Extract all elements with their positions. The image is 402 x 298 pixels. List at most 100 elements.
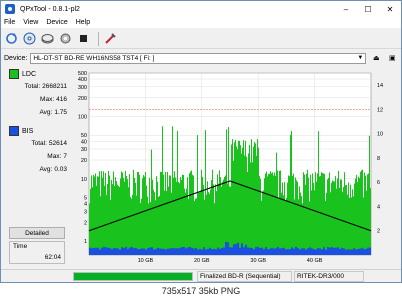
refresh-icon[interactable]	[4, 31, 19, 46]
bis-bar	[259, 247, 261, 255]
bis-bar	[231, 247, 233, 255]
bis-bar	[197, 249, 199, 255]
bis-bar	[257, 246, 259, 255]
bis-bar	[319, 248, 321, 255]
menu-device[interactable]: Device	[46, 19, 67, 26]
y-axis-right: 14 12 10 8 6 4 2	[377, 83, 383, 235]
stats-panel: LDC Total: 2668211 Max: 416 Avg: 1.75 BIS T…	[3, 65, 69, 265]
app-logo-icon	[5, 4, 15, 14]
bis-bar	[111, 249, 113, 255]
y-right-tick-label: 2	[377, 229, 380, 235]
maximize-icon[interactable]: ☐	[357, 1, 379, 17]
bis-total-label: Total:	[31, 140, 47, 147]
lock-icon[interactable]: ▣	[386, 53, 398, 64]
bis-bar	[123, 247, 125, 255]
bis-bar	[335, 247, 337, 255]
bis-bar	[137, 249, 139, 255]
ldc-max-row: Max: 416	[3, 93, 69, 106]
window-title: QPxTool - 0.8.1-pl2	[20, 5, 80, 13]
bis-bar	[161, 248, 163, 255]
bis-bar	[345, 249, 347, 255]
stop-icon[interactable]	[76, 31, 91, 46]
bis-bar	[207, 249, 209, 255]
bis-bar	[223, 247, 225, 255]
bis-bar	[239, 247, 241, 255]
bis-bar	[263, 249, 265, 255]
bis-bar	[315, 249, 317, 255]
bis-bar	[355, 249, 357, 255]
bis-bar	[95, 247, 97, 255]
bis-bar	[97, 247, 99, 255]
bis-bar	[255, 247, 257, 255]
bis-bar	[125, 246, 127, 255]
bis-bar	[105, 247, 107, 255]
menu-help[interactable]: Help	[76, 19, 90, 26]
bis-bar	[121, 247, 123, 255]
bis-bar	[339, 248, 341, 255]
bis-color-swatch[interactable]	[9, 126, 19, 136]
disc-icon[interactable]	[22, 31, 37, 46]
bis-bar	[349, 249, 351, 255]
toolbar	[1, 29, 401, 49]
device-select[interactable]: HL-DT-ST BD-RE WH16NS58 TST4 [ Fi: ] ▼	[30, 52, 367, 64]
bis-bar	[203, 247, 205, 255]
bis-total-value: 52614	[48, 140, 67, 147]
x-tick-label: 30 GB	[250, 258, 266, 264]
bis-bar	[107, 247, 109, 255]
y-right-tick-label: 8	[377, 156, 380, 162]
bis-bar	[333, 247, 335, 255]
bis-bar	[183, 246, 185, 255]
bis-bar	[363, 249, 365, 255]
ldc-color-swatch[interactable]	[9, 69, 19, 79]
bis-bar	[139, 249, 141, 255]
bis-bar	[243, 247, 245, 255]
window-controls: – ☐ ✕	[335, 1, 401, 17]
scan-icon[interactable]	[40, 31, 55, 46]
time-box: Time 62:04	[9, 241, 65, 264]
bis-bar	[133, 248, 135, 255]
bis-bar	[313, 249, 315, 255]
tools-icon[interactable]	[103, 31, 118, 46]
menu-bar: File View Device Help	[1, 17, 401, 28]
device-bar: Device: HL-DT-ST BD-RE WH16NS58 TST4 [ F…	[1, 51, 401, 65]
y-tick-label: 1	[84, 239, 87, 245]
bis-bar	[91, 248, 93, 255]
eject-icon[interactable]: ⏏	[370, 53, 382, 64]
bis-bar	[351, 249, 353, 255]
bis-bar	[237, 242, 239, 255]
bis-bar	[317, 247, 319, 255]
bis-bar	[221, 247, 223, 255]
y-tick-label: 20	[81, 158, 87, 164]
bis-bar	[295, 246, 297, 255]
bis-bar	[119, 249, 121, 255]
ldc-legend: LDC	[3, 68, 69, 80]
bis-total-row: Total: 52614	[3, 137, 69, 150]
bis-bar	[173, 248, 175, 255]
bis-bar	[287, 249, 289, 255]
bis-bar	[145, 249, 147, 255]
image-caption: 735x517 35kb PNG	[0, 283, 402, 298]
bis-legend-label: BIS	[22, 127, 34, 135]
menu-file[interactable]: File	[4, 19, 15, 26]
menu-view[interactable]: View	[23, 19, 38, 26]
bis-bar	[305, 249, 307, 255]
settings-icon[interactable]	[58, 31, 73, 46]
bis-bar	[159, 248, 161, 255]
bis-bar	[337, 247, 339, 255]
minimize-icon[interactable]: –	[335, 1, 357, 17]
bis-bar	[129, 247, 131, 255]
bis-bar	[199, 248, 201, 255]
bis-bar	[251, 247, 253, 255]
bis-bar	[101, 247, 103, 255]
bis-bar	[181, 247, 183, 255]
y-tick-label: 100	[78, 115, 87, 121]
detailed-button[interactable]: Detailed	[9, 227, 65, 239]
bis-bar	[233, 244, 235, 255]
close-icon[interactable]: ✕	[379, 1, 401, 17]
bis-bar	[289, 249, 291, 255]
y-tick-label: 3	[84, 209, 87, 215]
bis-bar	[321, 249, 323, 255]
bis-bar	[293, 248, 295, 255]
bis-bar	[341, 247, 343, 255]
bis-bar	[275, 248, 277, 255]
